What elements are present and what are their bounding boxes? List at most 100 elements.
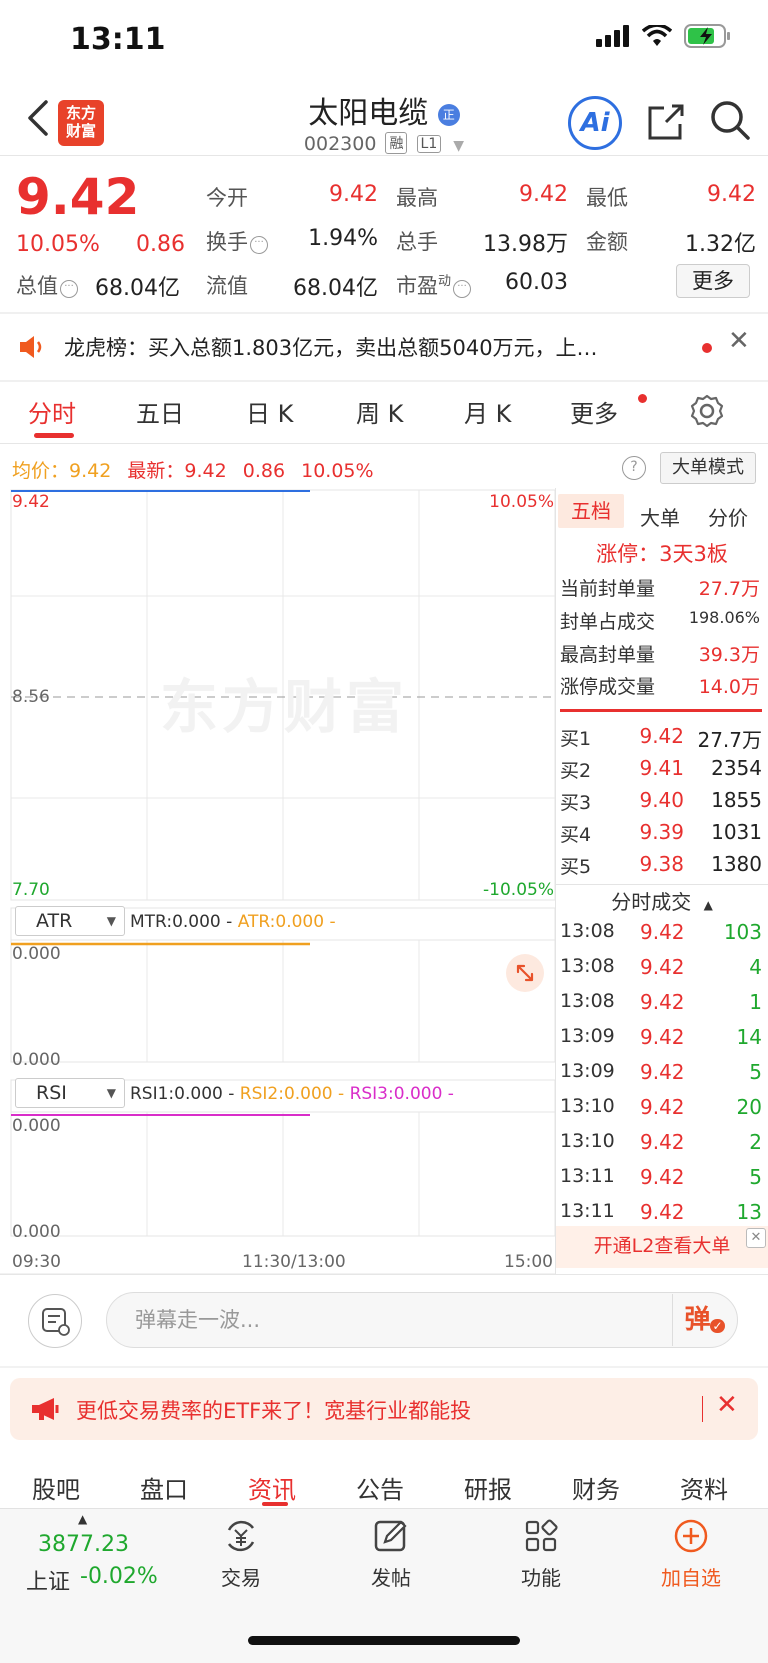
tick-price: 9.42 [640,990,685,1014]
tab-yanbao[interactable]: 研报 [464,1470,512,1505]
nav-post[interactable]: 发帖 [336,1516,446,1591]
tab-gonggao[interactable]: 公告 [356,1470,404,1505]
nav-functions[interactable]: 功能 [486,1516,596,1591]
tick-volume: 5 [749,1060,762,1084]
danmu-input[interactable]: 弹幕走一波... [106,1292,738,1348]
verified-badge-icon: 正 [437,104,460,126]
pct-axis-bottom: -10.05% [483,880,554,900]
atr-indicator-select[interactable]: ATR ▼ [15,906,125,936]
close-icon[interactable]: ✕ [716,1390,738,1420]
bid-label: 买2 [560,760,592,782]
mtr-value: MTR:0.000 - [130,912,233,932]
tab-five-level[interactable]: 五档 [558,494,624,528]
help-icon[interactable]: ? [622,456,646,480]
status-icons [596,24,732,48]
stat-value: 198.06% [688,608,760,627]
tab-wuri[interactable]: 五日 [136,394,184,429]
info-icon[interactable]: ··· [250,236,268,254]
stock-code: 002300 [303,133,377,155]
y-axis-top: 9.42 [12,492,50,512]
index-name[interactable]: 上证 [26,1564,70,1596]
stat-label: 涨停成交量 [560,676,656,698]
index-value[interactable]: 3877.23 [38,1532,129,1557]
more-quote-button[interactable]: 更多 [676,264,750,298]
bid-volume: 27.7万 [697,728,762,752]
nav-trade[interactable]: 交易 [186,1516,296,1591]
tab-price-dist[interactable]: 分价 [708,502,748,531]
tab-fenshi[interactable]: 分时 [28,394,76,429]
info-icon[interactable]: ··· [453,280,472,298]
tab-more[interactable]: 更多 [570,394,618,429]
tab-ziliao[interactable]: 资料 [680,1470,728,1505]
status-time: 13:11 [70,22,166,57]
ad-text[interactable]: 更低交易费率的ETF来了！宽基行业都能投 [76,1395,471,1425]
x-axis-mid: 11:30/13:00 [242,1252,346,1272]
bid-price: 9.38 [639,852,684,876]
tick-time: 13:08 [560,920,615,942]
atr-value: ATR:0.000 - [237,912,336,932]
trade-icon [227,1520,255,1552]
header-divider [0,155,768,156]
pe-value: 60.03 [505,270,568,295]
danmu-send-button[interactable]: 弹 ✓ [672,1294,736,1346]
index-pct[interactable]: -0.02% [80,1564,158,1589]
tick-price: 9.42 [640,1165,685,1189]
close-icon[interactable]: ✕ [728,326,750,356]
latest-label: 最新： [127,460,185,482]
close-icon[interactable]: ✕ [746,1228,766,1248]
ticks-title[interactable]: 分时成交 ▲ [556,886,768,915]
settings-gear-icon[interactable] [690,394,724,428]
tab-caiwu[interactable]: 财务 [572,1470,620,1505]
bid-label: 买4 [560,824,592,846]
tick-volume: 14 [736,1025,762,1049]
tick-time: 13:08 [560,955,615,977]
tab-weekly-k[interactable]: 周 K [356,394,403,429]
float-label: 流值 [206,274,248,298]
bid-price: 9.42 [639,724,684,748]
avg-price-value: 9.42 [69,460,112,482]
expand-button[interactable] [506,954,544,992]
chevron-down-icon: ▼ [106,914,116,928]
l2-upgrade-banner[interactable]: 开通L2查看大单 [556,1226,768,1268]
change-percent: 10.05% [16,232,100,257]
volume-value: 13.98万 [483,232,568,257]
add-circle-icon [674,1519,708,1553]
tab-big-order[interactable]: 大单 [640,502,680,531]
nav-functions-label: 功能 [521,1566,561,1590]
high-label: 最高 [396,186,438,210]
ai-button[interactable]: Ai [568,96,622,150]
tab-zixun[interactable]: 资讯 [248,1470,296,1505]
caret-up-icon: ▲ [703,898,713,912]
tick-price: 9.42 [640,1025,685,1049]
caret-up-icon[interactable]: ▲ [78,1512,87,1526]
avg-price-label: 均价： [12,460,70,482]
share-icon[interactable] [644,100,688,144]
ticks-title-text: 分时成交 [611,890,692,914]
bid-label: 买3 [560,792,592,814]
low-label: 最低 [586,186,628,210]
dropdown-caret-icon[interactable]: ▼ [453,138,464,154]
danmu-settings-button[interactable] [28,1294,82,1348]
rsi1-value: RSI1:0.000 - [130,1084,235,1104]
rsi-indicator-select[interactable]: RSI ▼ [15,1078,125,1108]
tab-guba[interactable]: 股吧 [32,1470,80,1505]
tick-time: 13:09 [560,1025,615,1047]
notice-text[interactable]: 龙虎榜：买入总额1.803亿元，卖出总额5040万元，上… [64,332,684,362]
expand-icon [516,964,534,982]
big-order-mode-button[interactable]: 大单模式 [660,452,756,484]
info-icon[interactable]: ··· [60,280,78,298]
home-indicator[interactable] [248,1636,520,1645]
price-info-line: 均价：9.42 最新：9.42 0.86 10.05% [12,456,374,483]
tab-monthly-k[interactable]: 月 K [464,394,511,429]
rsi-axis-top: 0.000 [12,1116,61,1136]
volume-label: 总手 [396,230,438,254]
search-icon[interactable] [708,98,752,142]
stat-label: 最高封单量 [560,644,656,666]
tab-daily-k[interactable]: 日 K [246,394,293,429]
turnover-label: 换手 ··· [206,226,268,256]
nav-add-watchlist[interactable]: 加自选 [636,1516,746,1591]
high-value: 9.42 [519,182,568,207]
tab-pankou[interactable]: 盘口 [140,1470,188,1505]
atr-axis-top: 0.000 [12,944,61,964]
bid-volume: 1380 [711,852,762,876]
